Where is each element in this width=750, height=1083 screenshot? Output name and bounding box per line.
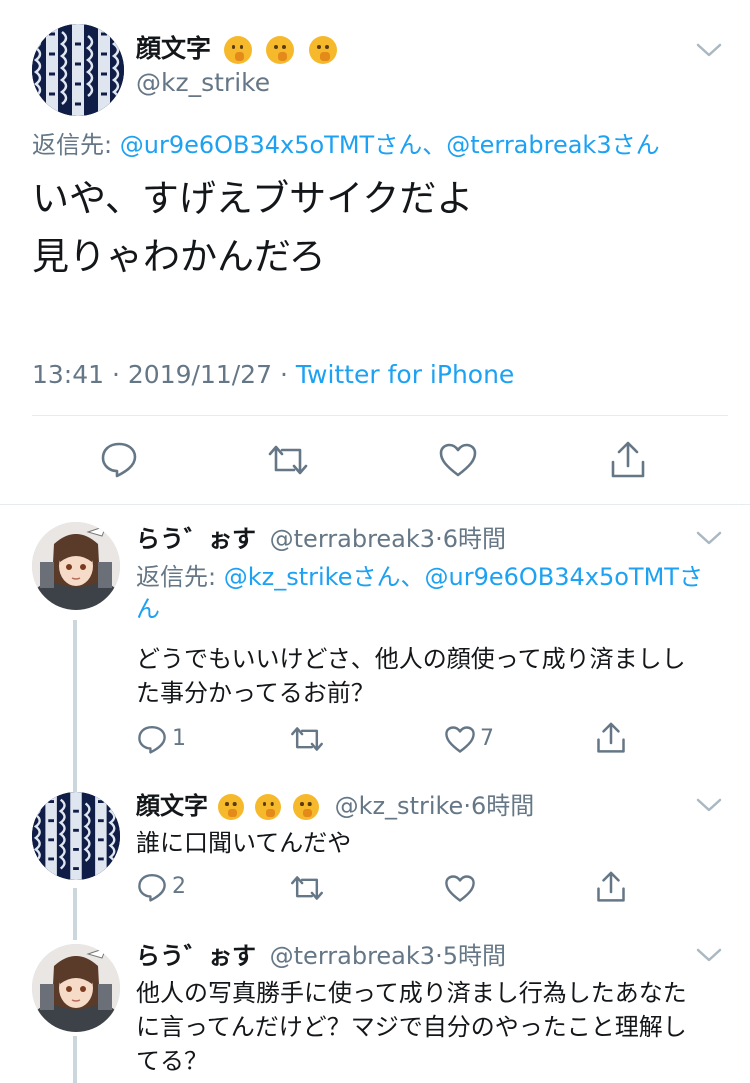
separator: · — [463, 792, 471, 820]
tweet-text-line: 他人の写真勝手に使って成り済まし行為したあなた — [136, 979, 687, 1007]
time-ago[interactable]: 6時間 — [443, 525, 506, 553]
author-handle[interactable]: @kz_strike — [136, 68, 270, 98]
avatar-pattern — [32, 792, 120, 880]
like-icon[interactable] — [444, 874, 476, 903]
thread-line — [73, 620, 77, 798]
hand-over-mouth-emoji — [292, 794, 319, 820]
author-handle[interactable]: @terrabreak3 — [270, 942, 435, 970]
tweet-source[interactable]: Twitter for iPhone — [296, 360, 514, 389]
reply-to-mentions[interactable]: @kz_strikeさん、@ur9e6OB34x5oTMTさ — [224, 563, 703, 591]
tweet-text-line: に言ってんだけど？マジで自分のやったこと理解し — [136, 1013, 687, 1041]
chevron-down-icon[interactable] — [696, 797, 722, 817]
hand-over-mouth-emoji — [217, 794, 244, 820]
retweet-icon[interactable] — [289, 724, 325, 754]
avatar-illustration — [32, 522, 120, 610]
reply-to-line: 返信先: @kz_strikeさん、@ur9e6OB34x5oTMTさ ん — [136, 561, 703, 625]
chevron-down-icon[interactable] — [696, 530, 722, 550]
tweet-text-line: いや、すげえブサイクだよ — [32, 177, 474, 220]
tweet-text-line: 見りゃわかんだろ — [32, 235, 326, 278]
avatar[interactable] — [32, 792, 120, 880]
divider — [32, 415, 728, 416]
tweet-meta: 13:41 · 2019/11/27 · Twitter for iPhone — [32, 360, 514, 390]
author-name[interactable]: らう゛ぉす — [136, 942, 256, 970]
time-ago[interactable]: 5時間 — [443, 942, 506, 970]
tweet-text: どうでもいいけどさ、他人の顔使って成り済ましし た事分かってるお前？ — [136, 642, 686, 710]
like-icon[interactable] — [444, 725, 476, 754]
like-count: 7 — [480, 726, 494, 751]
author-name[interactable]: 顔文字 — [136, 34, 338, 64]
reply-count: 1 — [172, 726, 186, 751]
reply-to-label: 返信先: — [136, 563, 217, 591]
reply-icon[interactable] — [137, 872, 167, 902]
tweet-text: 誰に口聞いてんだや — [136, 829, 352, 857]
retweet-icon[interactable] — [289, 873, 325, 903]
reply-header: らう゛ぉす @terrabreak3·6時間 — [136, 524, 506, 554]
avatar-pattern — [32, 24, 124, 116]
thread-line — [73, 888, 77, 940]
reply-header: 顔文字 @kz_strike·6時間 — [136, 791, 534, 821]
avatar[interactable] — [32, 522, 120, 610]
tweet-text: いや、すげえブサイクだよ 見りゃわかんだろ — [32, 176, 473, 280]
separator: · — [435, 525, 443, 553]
tweet-text-line: た事分かってるお前？ — [136, 679, 375, 707]
avatar[interactable] — [32, 944, 120, 1032]
reply-to-mentions[interactable]: ん — [136, 593, 703, 625]
hand-over-mouth-emoji — [266, 36, 295, 64]
tweet-text: 他人の写真勝手に使って成り済まし行為したあなた に言ってんだけど？マジで自分のや… — [136, 976, 687, 1078]
tweet-text-line: てる？ — [136, 1047, 208, 1075]
reply-icon[interactable] — [100, 440, 138, 478]
chevron-down-icon[interactable] — [696, 947, 722, 967]
separator: · — [435, 942, 443, 970]
reply-to-mentions[interactable]: @ur9e6OB34x5oTMTさん、@terrabreak3さん — [120, 131, 660, 159]
author-handle[interactable]: @terrabreak3 — [270, 525, 435, 553]
reply-to-label: 返信先: — [32, 131, 113, 159]
share-icon[interactable] — [610, 440, 646, 480]
reply-to-line: 返信先: @ur9e6OB34x5oTMTさん、@terrabreak3さん — [32, 130, 660, 160]
hand-over-mouth-emoji — [309, 36, 338, 64]
separator: · — [112, 360, 120, 389]
share-icon[interactable] — [596, 870, 626, 904]
retweet-icon[interactable] — [266, 442, 310, 478]
divider — [0, 504, 750, 505]
chevron-down-icon[interactable] — [696, 42, 722, 62]
tweet-date[interactable]: 2019/11/27 — [128, 360, 272, 389]
avatar[interactable] — [32, 24, 124, 116]
reply-icon[interactable] — [137, 724, 167, 754]
thread-line — [73, 1036, 77, 1083]
tweet-text-line: どうでもいいけどさ、他人の顔使って成り済ましし — [136, 645, 686, 673]
like-icon[interactable] — [438, 442, 478, 478]
reply-header: らう゛ぉす @terrabreak3·5時間 — [136, 941, 506, 971]
time-ago[interactable]: 6時間 — [471, 792, 534, 820]
hand-over-mouth-emoji — [255, 794, 282, 820]
hand-over-mouth-emoji — [223, 36, 252, 64]
tweet-time[interactable]: 13:41 — [32, 360, 104, 389]
author-handle[interactable]: @kz_strike — [335, 792, 464, 820]
author-name[interactable]: 顔文字 — [136, 792, 208, 820]
author-name[interactable]: らう゛ぉす — [136, 525, 256, 553]
share-icon[interactable] — [596, 721, 626, 755]
separator: · — [279, 360, 288, 389]
avatar-illustration — [32, 944, 120, 1032]
reply-count: 2 — [172, 874, 186, 899]
